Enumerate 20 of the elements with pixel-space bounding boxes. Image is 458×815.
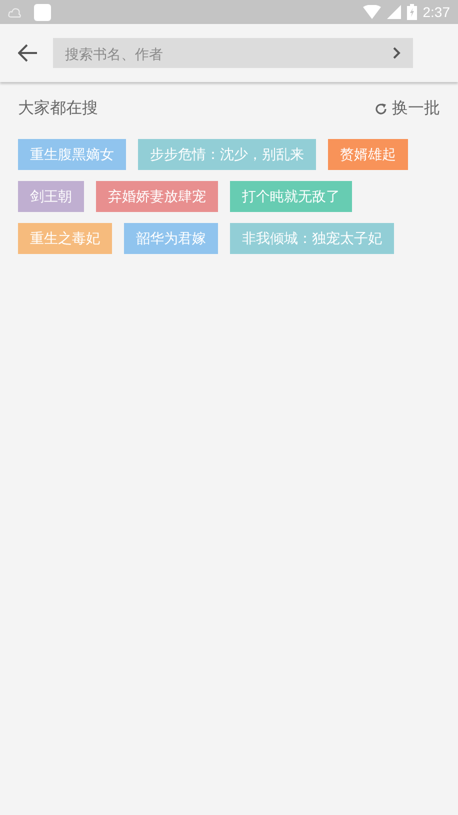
search-tag[interactable]: 步步危情：沈少，别乱来	[138, 139, 316, 170]
search-tag[interactable]: 打个盹就无敌了	[230, 181, 352, 212]
back-arrow-icon	[18, 44, 38, 62]
search-tag[interactable]: 剑王朝	[18, 181, 84, 212]
refresh-icon	[375, 102, 387, 114]
battery-icon	[406, 4, 417, 20]
search-tag[interactable]: 重生之毒妃	[18, 223, 112, 254]
search-tag[interactable]: 弃婚娇妻放肆宠	[96, 181, 218, 212]
signal-icon	[386, 5, 401, 19]
wifi-icon	[362, 5, 381, 19]
chevron-right-icon	[393, 47, 401, 59]
refresh-button[interactable]: 换一批	[375, 98, 440, 119]
clock-time: 2:37	[422, 4, 450, 20]
notification-icon	[34, 4, 51, 20]
section-title: 大家都在搜	[18, 98, 98, 119]
search-tag[interactable]: 韶华为君嫁	[124, 223, 218, 254]
search-tag[interactable]: 赘婿雄起	[328, 139, 408, 170]
search-tag[interactable]: 重生腹黑嫡女	[18, 139, 126, 170]
search-tag[interactable]: 非我倾城：独宠太子妃	[230, 223, 394, 254]
search-field[interactable]: 搜索书名、作者	[53, 38, 413, 68]
